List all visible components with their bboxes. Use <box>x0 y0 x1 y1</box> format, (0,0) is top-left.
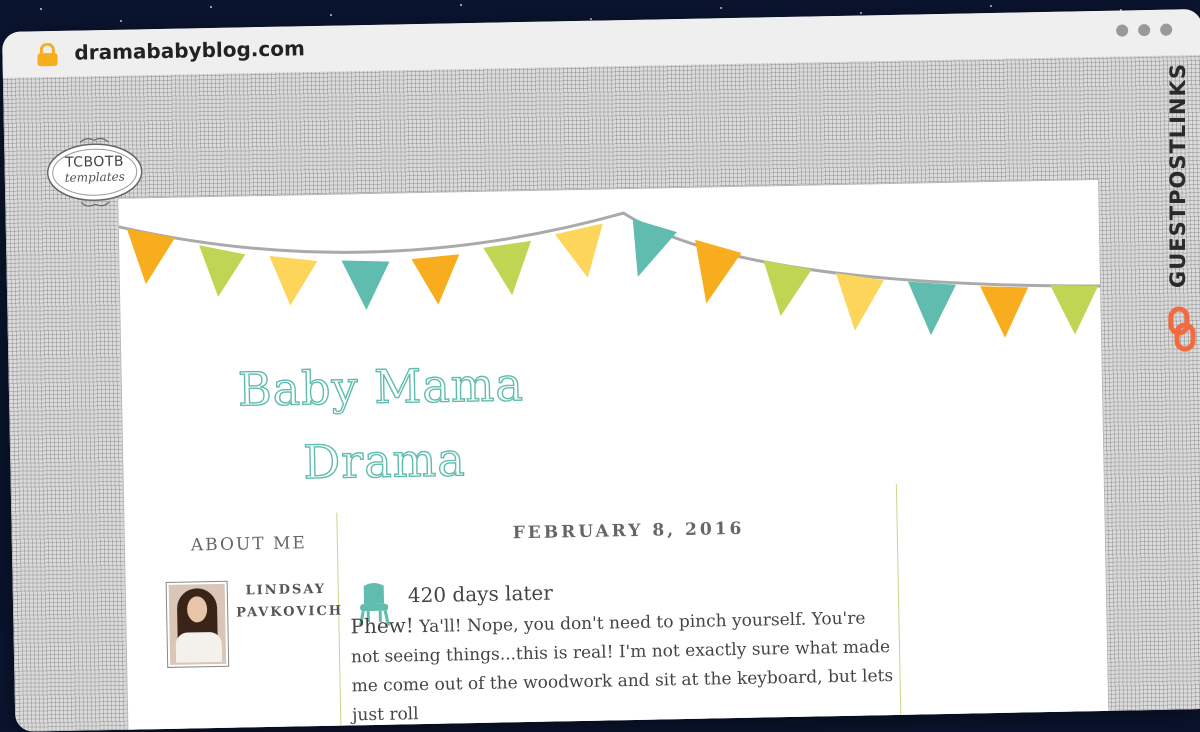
bunting-banner <box>118 211 1101 338</box>
avatar-photo <box>168 583 227 665</box>
author-last-name: PAVKOVICH <box>236 603 344 621</box>
browser-window: dramababyblog.com TCBOTB templates Baby … <box>2 8 1200 732</box>
post-body: Phew! Ya'll! Nope, you don't need to pin… <box>350 602 900 730</box>
lock-icon <box>37 42 58 67</box>
window-dot[interactable] <box>1160 23 1173 36</box>
blog-title[interactable]: Baby Mama <box>237 356 525 417</box>
avatar[interactable] <box>165 580 230 668</box>
watermark: GUESTPOSTLINKS <box>1166 56 1198 356</box>
window-controls <box>1116 23 1173 37</box>
author-name[interactable]: LINDSAY PAVKOVICH <box>236 579 344 625</box>
sidebar-heading: ABOUT ME <box>190 533 307 556</box>
post-title[interactable]: 420 days later <box>408 581 553 608</box>
author-first-name: LINDSAY <box>245 581 327 599</box>
post-opening-word: Phew! <box>350 613 415 639</box>
link-icon <box>1168 306 1196 352</box>
column-divider <box>336 512 342 732</box>
page-background: TCBOTB templates Baby Mama Drama ABOUT M… <box>2 54 1200 732</box>
badge-subtitle: templates <box>64 169 125 185</box>
url-text[interactable]: dramababyblog.com <box>74 36 305 64</box>
window-dot[interactable] <box>1116 24 1129 37</box>
watermark-text: GUESTPOSTLINKS <box>1166 63 1190 289</box>
post-text: Ya'll! Nope, you don't need to pinch you… <box>350 608 894 726</box>
badge-title: TCBOTB <box>64 153 125 171</box>
blog-content-area: Baby Mama Drama ABOUT ME LINDSAY PAVKOVI… <box>117 178 1110 732</box>
window-dot[interactable] <box>1138 23 1151 37</box>
post-date: FEBRUARY 8, 2016 <box>512 518 745 544</box>
blog-title[interactable]: Drama <box>302 431 467 490</box>
